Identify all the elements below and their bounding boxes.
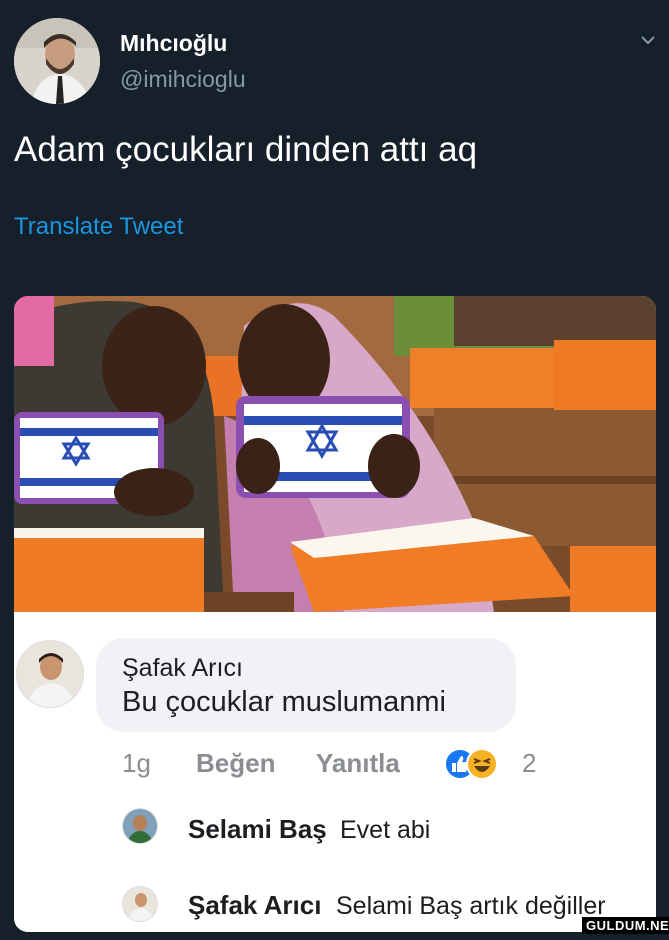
reply-text: Selami Baş artık değiller	[336, 892, 606, 920]
reply-button: Yanıtla	[316, 748, 400, 778]
reply-author: Selami Baş	[188, 814, 327, 844]
display-name[interactable]: Mıhcıoğlu	[120, 30, 227, 57]
watermark: GULDUM.NET	[582, 917, 669, 934]
profile-avatar[interactable]	[14, 18, 100, 104]
comment-time: 1g	[122, 748, 151, 778]
reply-avatar-2	[122, 886, 158, 922]
tweet-media[interactable]: Şafak Arıcı Bu çocuklar muslumanmi 1g Be…	[14, 296, 656, 932]
reaction-count: 2	[522, 748, 537, 778]
translate-tweet-link[interactable]: Translate Tweet	[14, 213, 183, 241]
comment-text: Bu çocuklar muslumanmi	[122, 686, 446, 718]
classroom-photo	[14, 296, 656, 612]
reply-text: Evet abi	[340, 816, 431, 844]
comment-bubble: Şafak Arıcı Bu çocuklar muslumanmi	[96, 638, 516, 732]
reply-avatar-1	[122, 808, 158, 844]
tweet-text: Adam çocukları dinden attı aq	[14, 130, 478, 169]
like-button: Beğen	[196, 748, 276, 778]
comment-author: Şafak Arıcı	[122, 654, 243, 682]
user-handle[interactable]: @imihcioglu	[120, 66, 246, 93]
facebook-comment-screenshot: Şafak Arıcı Bu çocuklar muslumanmi 1g Be…	[14, 612, 656, 932]
chevron-down-icon[interactable]	[636, 28, 660, 52]
commenter-avatar	[16, 640, 84, 708]
haha-reaction-icon	[466, 748, 498, 785]
reply-author: Şafak Arıcı	[188, 890, 322, 920]
